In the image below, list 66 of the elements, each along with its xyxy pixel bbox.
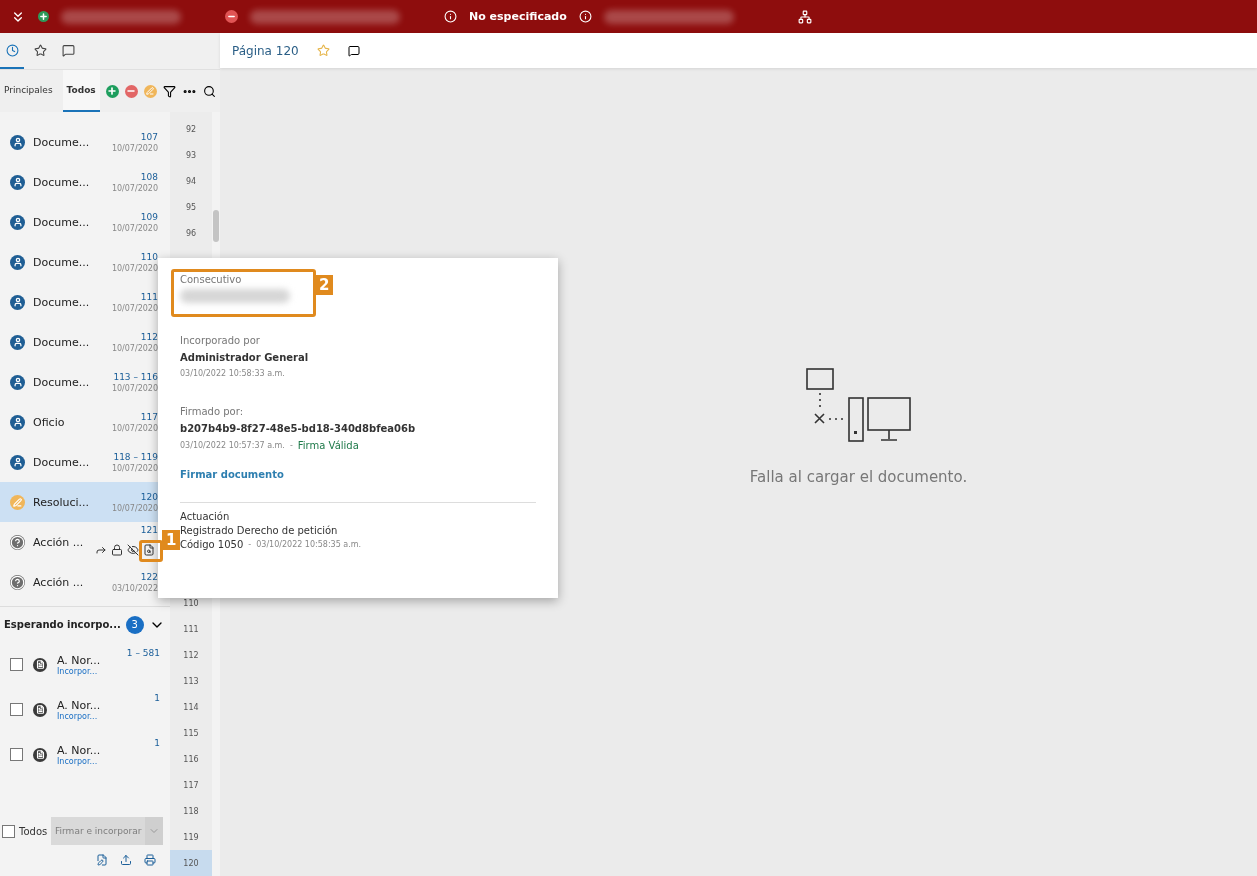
- page-range: 122: [140, 571, 158, 582]
- timestamp: 03/10/2022 10:58:35 a.m.: [256, 540, 362, 549]
- document-date: 03/10/2022: [111, 583, 158, 593]
- item-status: Incorpor...: [57, 756, 98, 766]
- document-date: 10/07/2020: [111, 383, 158, 393]
- document-title: Docume...: [33, 295, 90, 309]
- page-range: 1: [154, 738, 160, 748]
- page-range: 111: [140, 291, 158, 302]
- count-badge: 3: [125, 615, 144, 634]
- field-label: Incorporado por: [180, 335, 260, 346]
- section-title: Esperando incorpo...: [4, 619, 121, 630]
- error-message: Falla al cargar el documento.: [749, 468, 968, 486]
- item-title: A. Nor...: [57, 653, 101, 667]
- page-range: 121: [140, 525, 158, 535]
- page-range: 108: [140, 171, 158, 182]
- document-title: Docume...: [33, 175, 90, 189]
- callout-badge: 1: [162, 530, 181, 550]
- item-status: Incorpor...: [57, 666, 98, 676]
- page-title: Página 120: [232, 43, 299, 58]
- document-date: 10/07/2020: [111, 303, 158, 313]
- document-title: Docume...: [33, 215, 90, 229]
- document-title: Docume...: [33, 135, 90, 149]
- document-title: Docume...: [33, 375, 90, 389]
- document-title: Docume...: [33, 455, 90, 469]
- page-range: 117: [140, 411, 158, 422]
- field-label: Consecutivo: [180, 274, 242, 285]
- item-title: A. Nor...: [57, 698, 101, 712]
- signer-id: b207b4b9-8f27-48e5-bd18-340d8bfea06b: [180, 423, 416, 434]
- document-date: 10/07/2020: [111, 143, 158, 153]
- signature-status: Firma Válida: [297, 440, 359, 451]
- page-range: 1: [154, 693, 160, 703]
- checkbox-label: Todos: [19, 825, 48, 837]
- item-title: A. Nor...: [57, 743, 101, 757]
- document-date: 10/07/2020: [111, 463, 158, 473]
- document-date: 10/07/2020: [111, 343, 158, 353]
- action-name: Registrado Derecho de petición: [180, 525, 338, 536]
- item-status: Incorpor...: [57, 711, 98, 721]
- user-name: Administrador General: [180, 352, 309, 363]
- document-title: Docume...: [33, 255, 90, 269]
- page-range: 110: [140, 251, 158, 262]
- document-title: Acción ...: [33, 535, 84, 549]
- page-range: 112: [140, 331, 158, 342]
- document-date: 10/07/2020: [111, 503, 158, 513]
- timestamp: 03/10/2022 10:57:37 a.m.: [180, 441, 285, 450]
- document-title: Oficio: [33, 415, 65, 429]
- separator: -: [248, 540, 252, 549]
- page-range: 107: [140, 131, 158, 142]
- timestamp: 03/10/2022 10:58:33 a.m.: [180, 369, 285, 378]
- callout-badge: 2: [315, 275, 334, 295]
- page-range: 113 – 116: [113, 371, 158, 382]
- separator: -: [289, 441, 293, 450]
- field-label: Firmado por:: [180, 406, 244, 417]
- document-date: 10/07/2020: [111, 223, 158, 233]
- document-date: 10/07/2020: [111, 423, 158, 433]
- field-label: Actuación: [180, 511, 230, 522]
- document-title: Docume...: [33, 335, 90, 349]
- action-code: Código 1050: [180, 539, 244, 550]
- page-range: 1 – 581: [126, 648, 160, 658]
- page-range: 120: [140, 491, 158, 502]
- document-date: 10/07/2020: [111, 183, 158, 193]
- status-label: No especificado: [469, 10, 567, 23]
- page-range: 109: [140, 211, 158, 222]
- document-title: Resoluci...: [33, 495, 89, 509]
- page-range: 118 – 119: [113, 451, 158, 462]
- document-title: Acción ...: [33, 575, 84, 589]
- document-date: 10/07/2020: [111, 263, 158, 273]
